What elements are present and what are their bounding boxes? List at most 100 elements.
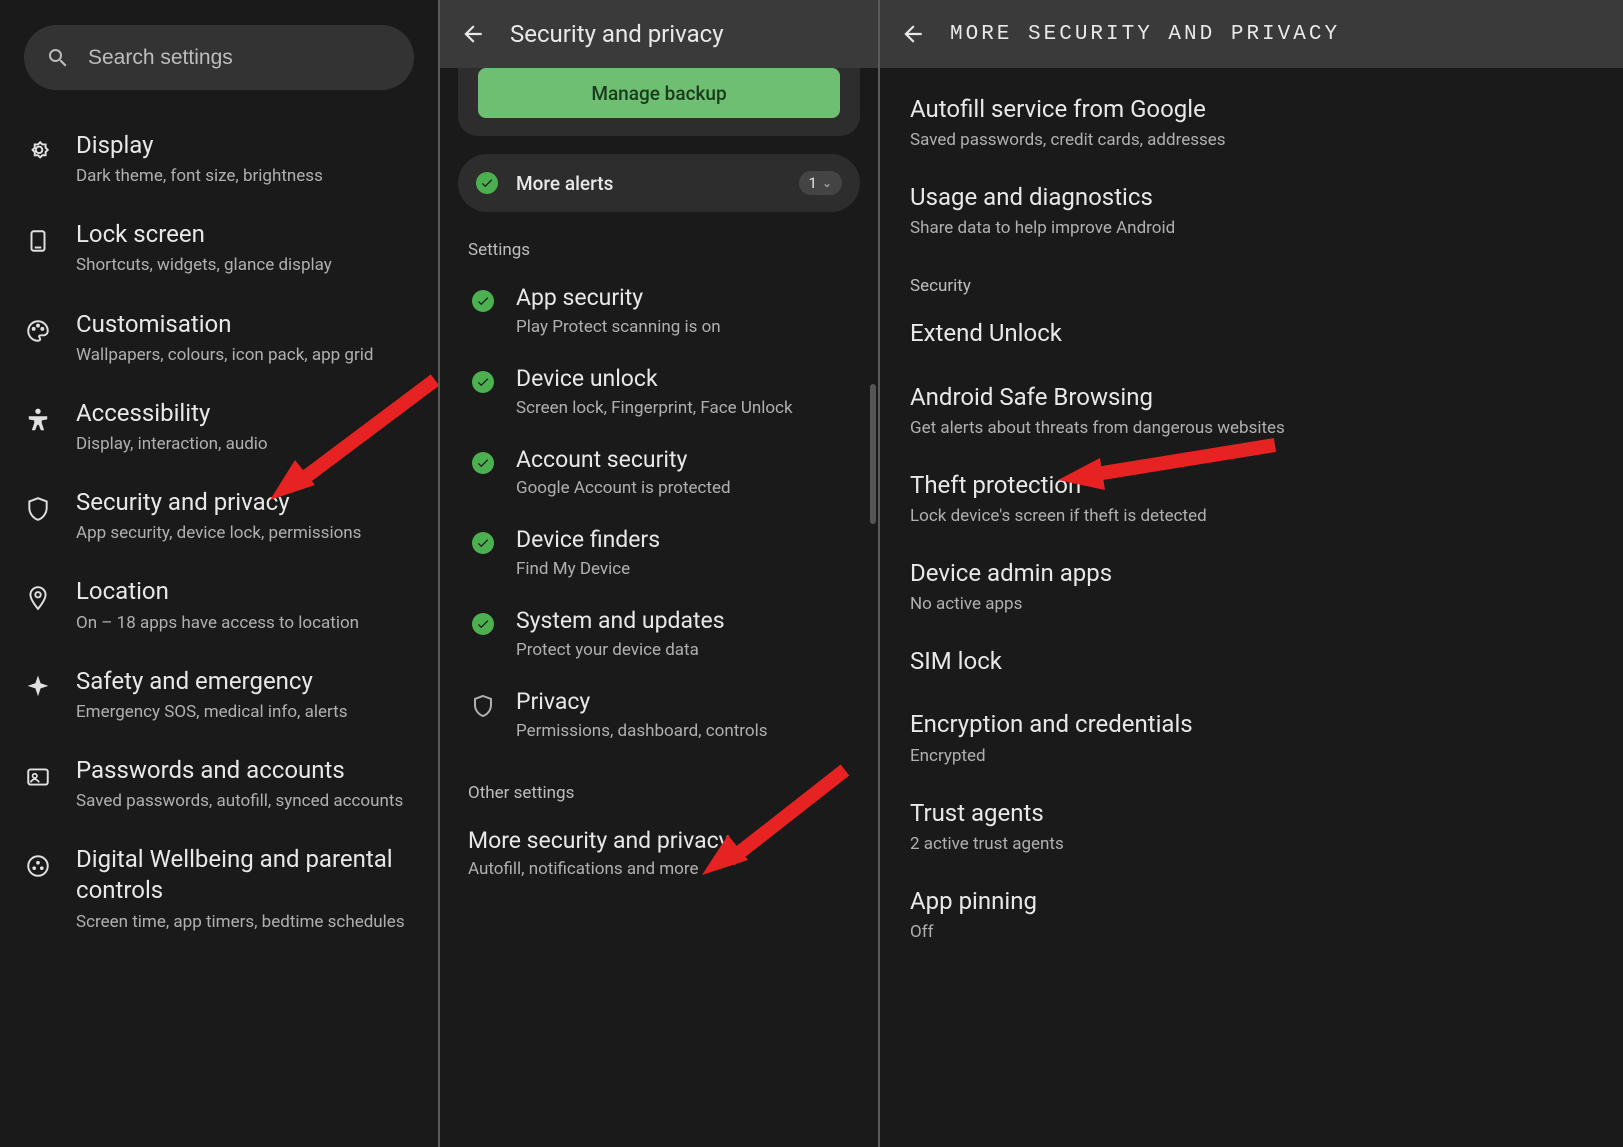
account-icon bbox=[20, 759, 56, 795]
settings-item-display[interactable]: Display Dark theme, font size, brightnes… bbox=[0, 114, 438, 203]
security-privacy-panel: Security and privacy Manage backup More … bbox=[440, 0, 880, 1147]
page-title: Security and privacy bbox=[510, 20, 724, 48]
alerts-count: 1 bbox=[809, 174, 817, 192]
item-device-finders[interactable]: Device finders Find My Device bbox=[440, 512, 878, 593]
back-arrow-icon[interactable] bbox=[900, 21, 926, 47]
item-safe-browsing[interactable]: Android Safe Browsing Get alerts about t… bbox=[880, 366, 1623, 454]
item-subtitle: Screen time, app timers, bedtime schedul… bbox=[76, 911, 418, 933]
search-icon bbox=[46, 46, 70, 70]
item-privacy[interactable]: PrivacyPermissions, dashboard, controls bbox=[440, 674, 878, 755]
item-title: Display bbox=[76, 130, 418, 161]
settings-item-lock-screen[interactable]: Lock screen Shortcuts, widgets, glance d… bbox=[0, 203, 438, 292]
accessibility-icon bbox=[20, 402, 56, 438]
item-account-security[interactable]: Account securityGoogle Account is protec… bbox=[440, 432, 878, 513]
brightness-icon bbox=[20, 134, 56, 170]
item-subtitle: Display, interaction, audio bbox=[76, 433, 418, 455]
item-title: Safety and emergency bbox=[76, 666, 418, 697]
item-extend-unlock[interactable]: Extend Unlock bbox=[880, 302, 1623, 365]
item-subtitle: On – 18 apps have access to location bbox=[76, 612, 418, 634]
item-title: Location bbox=[76, 576, 418, 607]
more-security-list: Autofill service from Google Saved passw… bbox=[880, 68, 1623, 968]
alerts-label: More alerts bbox=[516, 172, 781, 195]
settings-item-passwords[interactable]: Passwords and accounts Saved passwords, … bbox=[0, 739, 438, 828]
item-title: SIM lock bbox=[910, 646, 1593, 677]
item-subtitle: Emergency SOS, medical info, alerts bbox=[76, 701, 418, 723]
check-icon bbox=[476, 172, 498, 194]
back-arrow-icon[interactable] bbox=[460, 21, 486, 47]
location-icon bbox=[20, 580, 56, 616]
settings-item-location[interactable]: Location On – 18 apps have access to loc… bbox=[0, 560, 438, 649]
item-title: Lock screen bbox=[76, 219, 418, 250]
topbar: Security and privacy bbox=[440, 0, 878, 68]
item-title: More security and privacy bbox=[468, 827, 730, 856]
settings-item-customisation[interactable]: Customisation Wallpapers, colours, icon … bbox=[0, 293, 438, 382]
check-icon bbox=[472, 532, 494, 554]
more-alerts-row[interactable]: More alerts 1 ⌄ bbox=[458, 154, 860, 212]
item-subtitle: Lock device's screen if theft is detecte… bbox=[910, 506, 1593, 526]
search-bar[interactable] bbox=[24, 25, 414, 90]
settings-item-wellbeing[interactable]: Digital Wellbeing and parental controls … bbox=[0, 828, 438, 948]
item-usage-diagnostics[interactable]: Usage and diagnostics Share data to help… bbox=[880, 166, 1623, 254]
item-subtitle: Play Protect scanning is on bbox=[516, 317, 721, 337]
item-device-admin[interactable]: Device admin apps No active apps bbox=[880, 542, 1623, 630]
item-title: App security bbox=[516, 284, 721, 313]
shield-icon bbox=[468, 694, 498, 718]
item-subtitle: Share data to help improve Android bbox=[910, 218, 1593, 238]
item-title: Digital Wellbeing and parental controls bbox=[76, 844, 418, 906]
section-other: Other settings bbox=[440, 755, 878, 813]
item-more-security-privacy[interactable]: More security and privacy Autofill, notif… bbox=[440, 813, 878, 894]
item-title: Device finders bbox=[516, 526, 660, 555]
item-app-security[interactable]: App security Play Protect scanning is on bbox=[440, 270, 878, 351]
backup-card: Manage backup bbox=[458, 68, 860, 136]
palette-icon bbox=[20, 313, 56, 349]
item-subtitle: Saved passwords, autofill, synced accoun… bbox=[76, 790, 418, 812]
item-subtitle: 2 active trust agents bbox=[910, 834, 1593, 854]
search-input[interactable] bbox=[88, 46, 392, 70]
item-subtitle: No active apps bbox=[910, 594, 1593, 614]
item-system-updates[interactable]: System and updatesProtect your device da… bbox=[440, 593, 878, 674]
security-settings-list: App securityPlay Protect scanning is on … bbox=[440, 270, 878, 755]
item-title: Device unlock bbox=[516, 365, 793, 394]
item-subtitle: Saved passwords, credit cards, addresses bbox=[910, 130, 1593, 150]
item-title: App pinning bbox=[910, 886, 1593, 917]
section-settings: Settings bbox=[440, 212, 878, 270]
item-sim-lock[interactable]: SIM lock bbox=[880, 630, 1623, 693]
settings-item-accessibility[interactable]: Accessibility Display, interaction, audi… bbox=[0, 382, 438, 471]
item-title: Autofill service from Google bbox=[910, 94, 1593, 125]
wellbeing-icon bbox=[20, 848, 56, 884]
check-icon bbox=[472, 371, 494, 393]
settings-item-safety-emergency[interactable]: Safety and emergency Emergency SOS, medi… bbox=[0, 650, 438, 739]
topbar: MORE SECURITY AND PRIVACY bbox=[880, 0, 1623, 68]
settings-item-security-privacy[interactable]: Security and privacy App security, devic… bbox=[0, 471, 438, 560]
scrollbar[interactable] bbox=[870, 384, 876, 524]
phone-icon bbox=[20, 223, 56, 259]
item-subtitle: Wallpapers, colours, icon pack, app grid bbox=[76, 344, 418, 366]
manage-backup-button[interactable]: Manage backup bbox=[478, 68, 840, 118]
item-subtitle: Shortcuts, widgets, glance display bbox=[76, 254, 418, 276]
item-subtitle: Off bbox=[910, 922, 1593, 942]
item-trust-agents[interactable]: Trust agents 2 active trust agents bbox=[880, 782, 1623, 870]
item-subtitle: Find My Device bbox=[516, 559, 660, 579]
item-subtitle: Encrypted bbox=[910, 746, 1593, 766]
item-title: Extend Unlock bbox=[910, 318, 1593, 349]
section-security: Security bbox=[880, 254, 1623, 302]
item-theft-protection[interactable]: Theft protection Lock device's screen if… bbox=[880, 454, 1623, 542]
item-title: Account security bbox=[516, 446, 731, 475]
item-device-unlock[interactable]: Device unlock Screen lock, Fingerprint, F… bbox=[440, 351, 878, 432]
item-title: Passwords and accounts bbox=[76, 755, 418, 786]
check-icon bbox=[472, 613, 494, 635]
item-title: Privacy bbox=[516, 688, 768, 717]
item-title: Security and privacy bbox=[76, 487, 418, 518]
item-subtitle: Dark theme, font size, brightness bbox=[76, 165, 418, 187]
item-app-pinning[interactable]: App pinning Off bbox=[880, 870, 1623, 958]
item-subtitle: Autofill, notifications and more bbox=[468, 859, 730, 879]
check-icon bbox=[472, 290, 494, 312]
item-encryption[interactable]: Encryption and credentials Encrypted bbox=[880, 693, 1623, 781]
item-title: Customisation bbox=[76, 309, 418, 340]
item-subtitle: App security, device lock, permissions bbox=[76, 522, 418, 544]
item-autofill-google[interactable]: Autofill service from Google Saved passw… bbox=[880, 78, 1623, 166]
item-subtitle: Screen lock, Fingerprint, Face Unlock bbox=[516, 398, 793, 418]
settings-panel: Display Dark theme, font size, brightnes… bbox=[0, 0, 440, 1147]
item-title: Device admin apps bbox=[910, 558, 1593, 589]
item-title: Android Safe Browsing bbox=[910, 382, 1593, 413]
